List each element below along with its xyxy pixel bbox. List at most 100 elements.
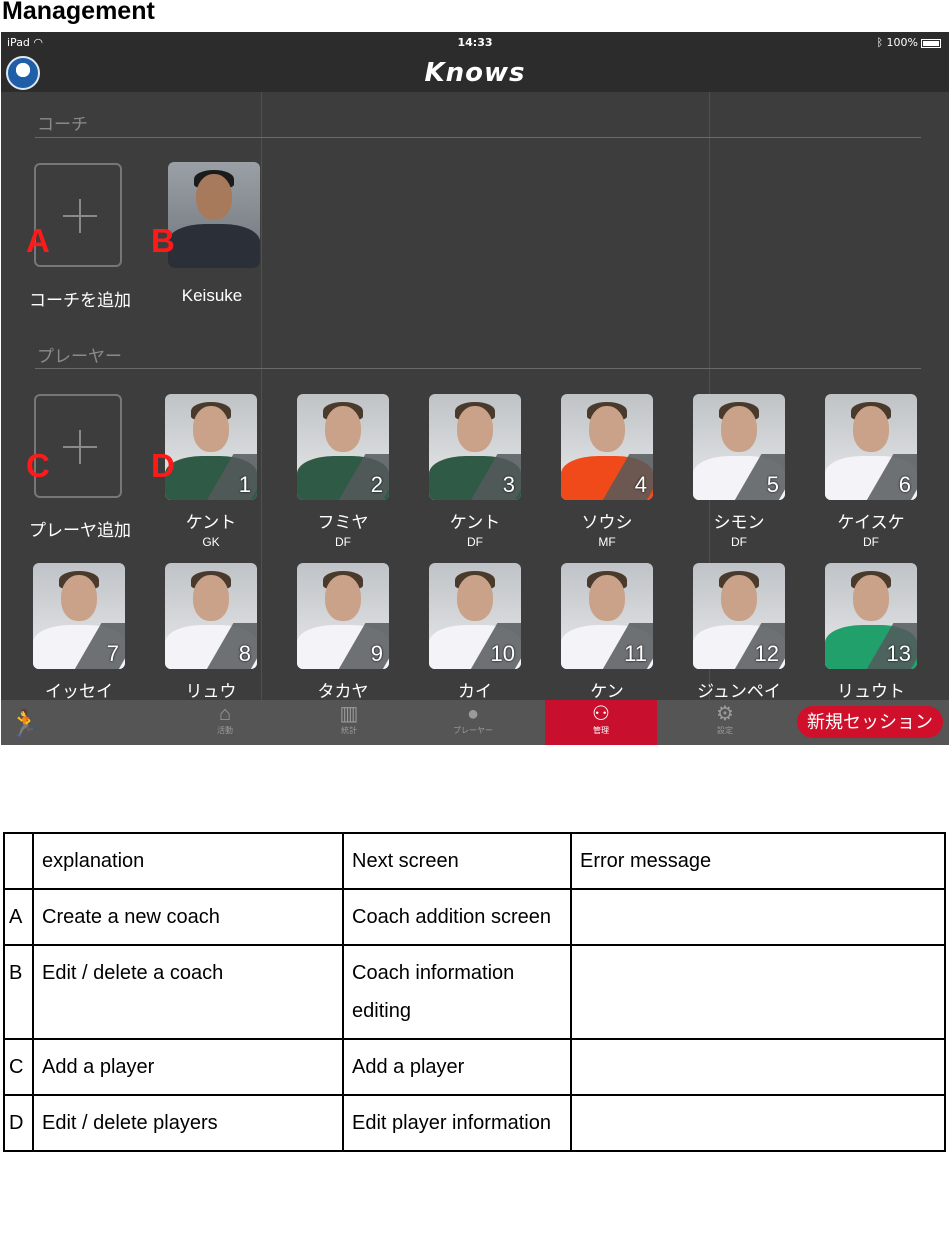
player-name: カイ [458, 682, 492, 701]
player-avatar[interactable]: 5 [693, 394, 785, 500]
player-avatar[interactable]: 12 [693, 563, 785, 669]
row-key: C [3, 1038, 34, 1096]
row-error-message [570, 1038, 946, 1096]
row-next-screen: Add a player [342, 1038, 572, 1096]
row-explanation: Edit / delete players [32, 1094, 344, 1152]
tab-players[interactable]: ● プレーヤー [417, 700, 529, 745]
photo-face [325, 575, 361, 621]
row-error-message [570, 888, 946, 946]
player-position: MF [598, 535, 616, 549]
player-number: 2 [370, 472, 383, 497]
player-number: 5 [766, 472, 779, 497]
player-number: 4 [634, 472, 647, 497]
table-header-cell: explanation [32, 832, 344, 890]
table-row: D Edit / delete players Edit player info… [3, 1094, 946, 1152]
player-name: ケント [449, 513, 501, 532]
bluetooth-icon: ᛒ [876, 36, 884, 49]
player-number: 11 [624, 641, 647, 666]
player-name: リュウト [837, 682, 905, 701]
photo-face [196, 174, 232, 220]
row-error-message [570, 944, 946, 1040]
player-name: ケイスケ [837, 513, 905, 532]
people-icon: ⚇ [592, 703, 610, 725]
player-avatar[interactable]: 4 [561, 394, 653, 500]
tab-settings[interactable]: ⚙ 設定 [669, 700, 781, 745]
player-avatar[interactable]: 3 [429, 394, 521, 500]
photo-face [853, 575, 889, 621]
player-avatar[interactable]: 13 [825, 563, 917, 669]
marker-d: D [151, 447, 175, 484]
player-name: シモン [713, 513, 765, 532]
photo-face [193, 575, 229, 621]
player-position: DF [731, 535, 747, 549]
photo-face [457, 575, 493, 621]
table-header-cell: Next screen [342, 832, 572, 890]
player-name: フミヤ [317, 513, 369, 532]
player-avatar[interactable]: 11 [561, 563, 653, 669]
tab-activity[interactable]: ⌂ 活動 [169, 700, 281, 745]
photo-face [61, 575, 97, 621]
status-bar: iPad ◠ 14:33 ᛒ 100% [1, 32, 949, 52]
marker-b: B [151, 222, 175, 259]
management-content: コーチ コーチを追加 Keisuke プレーヤー プレーヤ追加 1 ケント GK 2 フ… [1, 92, 949, 745]
player-section-title: プレーヤー [37, 347, 122, 366]
person-icon: ● [466, 703, 480, 725]
plus-icon-stroke [79, 430, 81, 464]
tab-label: 管理 [593, 726, 609, 735]
photo-face [457, 406, 493, 452]
player-name: ジュンペイ [697, 682, 781, 701]
marker-a: A [26, 222, 50, 259]
row-next-screen: Coach addition screen [342, 888, 572, 946]
table-header-row: explanation Next screen Error message [3, 832, 946, 890]
row-key: D [3, 1094, 34, 1152]
section-divider [35, 137, 921, 138]
player-name: ケント [185, 513, 237, 532]
player-number: 3 [502, 472, 515, 497]
page-heading: Management [2, 0, 155, 25]
photo-face [589, 406, 625, 452]
photo-face [853, 406, 889, 452]
running-person-icon[interactable]: 🏃 [9, 708, 41, 739]
player-number: 6 [898, 472, 911, 497]
photo-face [193, 406, 229, 452]
section-divider [35, 368, 921, 369]
tab-stats[interactable]: ▥ 統計 [293, 700, 405, 745]
player-avatar[interactable]: 6 [825, 394, 917, 500]
photo-face [589, 575, 625, 621]
player-number: 9 [370, 641, 383, 666]
marker-c: C [26, 447, 50, 484]
battery-icon [921, 38, 941, 48]
player-avatar[interactable]: 2 [297, 394, 389, 500]
new-session-button[interactable]: 新規セッション [797, 706, 943, 738]
player-avatar[interactable]: 9 [297, 563, 389, 669]
grid-divider [261, 92, 262, 745]
photo-face [721, 406, 757, 452]
player-number: 8 [238, 641, 251, 666]
tab-label: プレーヤー [453, 726, 493, 735]
coach-avatar[interactable] [168, 162, 260, 268]
player-position: GK [202, 535, 220, 549]
player-avatar[interactable]: 10 [429, 563, 521, 669]
battery-percent: 100% [886, 36, 918, 49]
player-avatar[interactable]: 1 [165, 394, 257, 500]
player-name: ケン [590, 682, 624, 701]
row-next-screen: Edit player information [342, 1094, 572, 1152]
gear-icon: ⚙ [716, 703, 734, 725]
coach-section-title: コーチ [37, 115, 88, 134]
player-position: DF [335, 535, 351, 549]
status-time: 14:33 [457, 36, 493, 49]
player-number: 13 [886, 641, 911, 666]
ipad-screenshot: iPad ◠ 14:33 ᛒ 100% Knows コーチ コーチを追加 Kei… [1, 32, 949, 745]
nav-bar: Knows [1, 52, 949, 92]
tab-management[interactable]: ⚇ 管理 [545, 700, 657, 745]
row-next-screen: Coach information editing [342, 944, 572, 1040]
player-name: イッセイ [45, 682, 113, 701]
tab-label: 設定 [717, 726, 733, 735]
player-number: 12 [754, 641, 779, 666]
table-header-cell: Error message [570, 832, 946, 890]
player-avatar[interactable]: 7 [33, 563, 125, 669]
player-position: DF [863, 535, 879, 549]
player-avatar[interactable]: 8 [165, 563, 257, 669]
bar-chart-icon: ▥ [339, 703, 359, 725]
row-key: A [3, 888, 34, 946]
